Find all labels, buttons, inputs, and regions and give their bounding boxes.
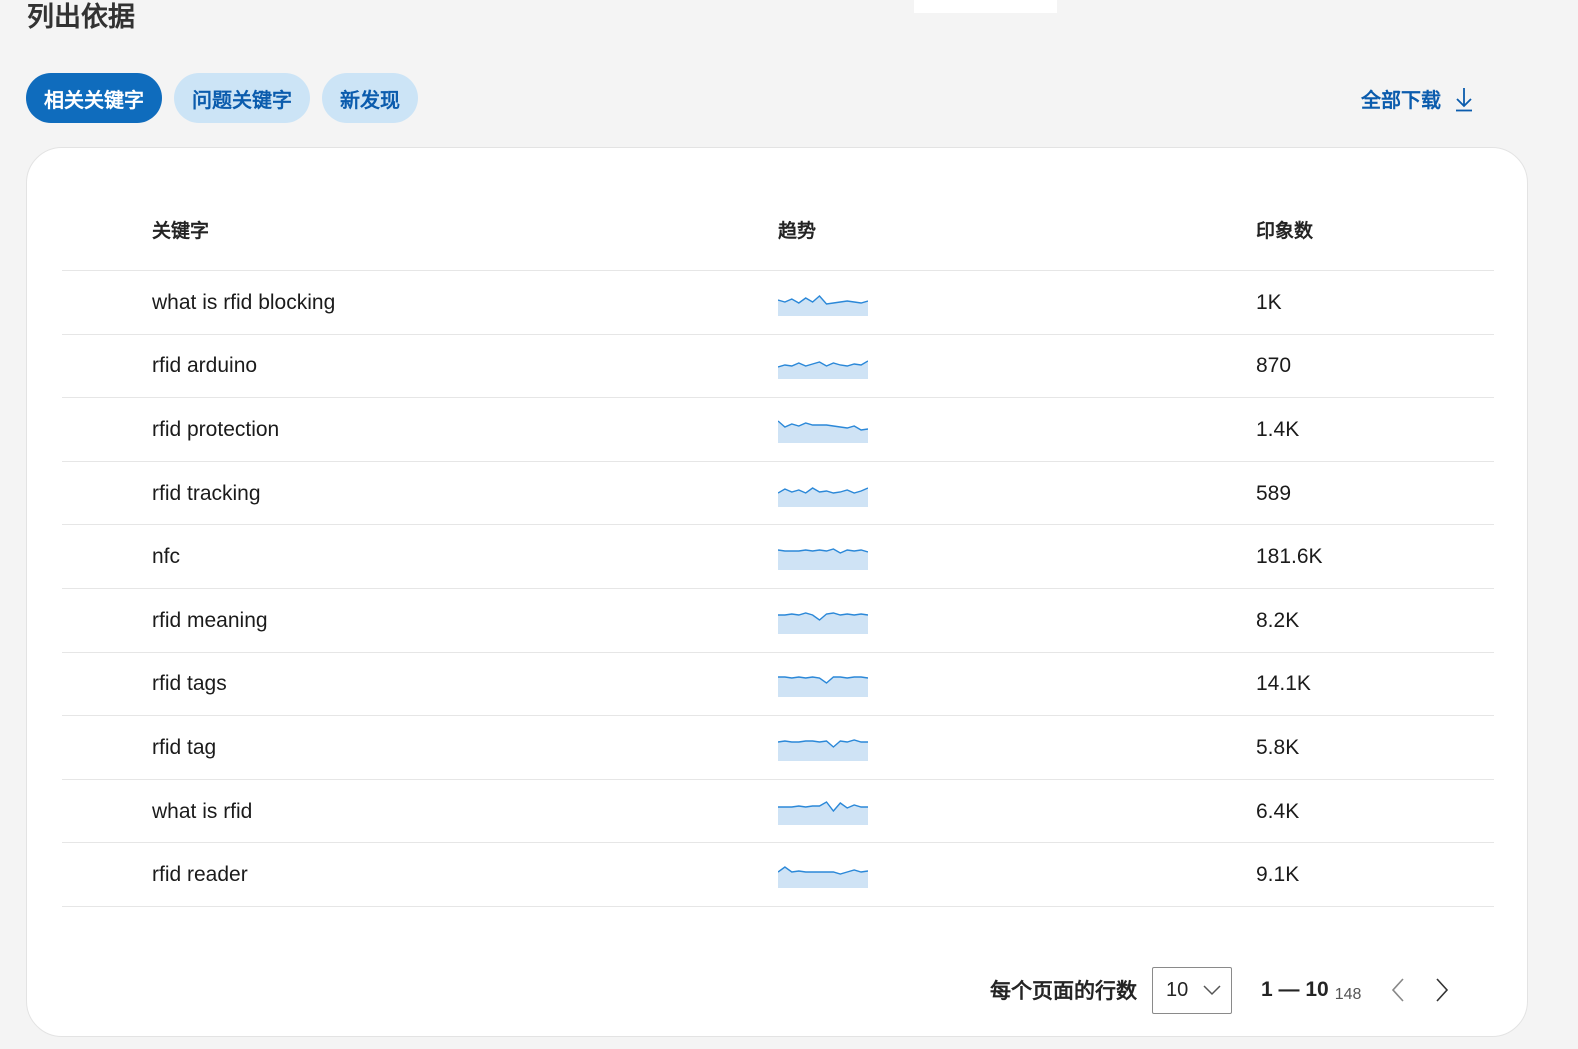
table-row[interactable]: nfc 181.6K [62, 525, 1494, 589]
trend-cell [778, 335, 868, 399]
keyword-cell: rfid tags [152, 672, 227, 696]
keyword-cell: what is rfid blocking [152, 290, 336, 314]
keyword-cell: rfid protection [152, 417, 280, 441]
keyword-cell: rfid meaning [152, 608, 268, 632]
rows-per-page-select[interactable]: 10 [1152, 966, 1232, 1014]
table-row[interactable]: rfid tracking 589 [62, 462, 1494, 526]
trend-sparkline [778, 294, 868, 316]
previous-page-button[interactable] [1391, 977, 1405, 1003]
trend-sparkline [778, 800, 868, 825]
rows-per-page-value: 10 [1166, 978, 1189, 1001]
chevron-left-icon [1392, 978, 1405, 1002]
table-row[interactable]: rfid tags 14.1K [62, 653, 1494, 717]
trend-cell [778, 843, 868, 907]
impressions-cell: 8.2K [1256, 608, 1300, 632]
page-title: 列出依据 [27, 2, 135, 32]
chevron-right-icon [1436, 978, 1449, 1002]
keyword-cell: rfid tracking [152, 481, 261, 505]
impressions-cell: 1K [1256, 290, 1282, 314]
table-row[interactable]: rfid reader 9.1K [62, 843, 1494, 907]
chevron-down-icon [1203, 979, 1221, 1002]
keyword-cell: rfid reader [152, 863, 248, 887]
download-arrow-icon [1455, 86, 1473, 112]
trend-sparkline [778, 420, 868, 443]
tab-new-discoveries[interactable]: 新发现 [322, 73, 418, 123]
trend-sparkline [778, 866, 868, 889]
trend-cell [778, 462, 868, 526]
header-keyword: 关键字 [152, 221, 210, 242]
trend-sparkline [778, 360, 868, 380]
trend-cell [778, 271, 868, 335]
page-range-text: 1 — 10 [1261, 978, 1329, 1001]
trend-sparkline [778, 676, 868, 698]
table-header: 关键字 趋势 印象数 [62, 208, 1494, 271]
top-tab-fragment [914, 0, 1057, 13]
page: 列出依据 相关关键字 问题关键字 新发现 全部下载 关键字 趋势 印象数 wha… [0, 0, 1578, 1049]
keyword-cell: rfid tag [152, 735, 217, 759]
table-row[interactable]: what is rfid blocking 1K [62, 271, 1494, 335]
trend-cell [778, 653, 868, 717]
sparkline-area [778, 739, 868, 761]
impressions-cell: 589 [1256, 481, 1292, 505]
trend-cell [778, 525, 868, 589]
sparkline-area [778, 549, 868, 571]
impressions-cell: 1.4K [1256, 417, 1300, 441]
impressions-cell: 14.1K [1256, 672, 1311, 696]
keyword-cell: rfid arduino [152, 354, 258, 378]
impressions-cell: 5.8K [1256, 735, 1300, 759]
trend-cell [778, 716, 868, 780]
trend-cell [778, 780, 868, 844]
tab-question-keywords[interactable]: 问题关键字 [174, 73, 310, 123]
impressions-cell: 9.1K [1256, 863, 1300, 887]
next-page-button[interactable] [1435, 977, 1449, 1003]
total-count: 148 [1334, 986, 1362, 1003]
download-all-label: 全部下载 [1361, 90, 1441, 112]
trend-sparkline [778, 612, 868, 634]
trend-sparkline [778, 739, 868, 761]
keyword-type-tabs: 相关关键字 问题关键字 新发现 [26, 73, 418, 123]
tab-related-keywords[interactable]: 相关关键字 [26, 73, 162, 123]
table-row[interactable]: rfid arduino 870 [62, 335, 1494, 399]
header-trend: 趋势 [778, 221, 817, 242]
header-impressions: 印象数 [1256, 221, 1314, 242]
trend-cell [778, 589, 868, 653]
table-row[interactable]: rfid meaning 8.2K [62, 589, 1494, 653]
keywords-card: 关键字 趋势 印象数 what is rfid blocking 1K rfid… [26, 147, 1528, 1037]
table-row[interactable]: what is rfid 6.4K [62, 780, 1494, 844]
impressions-cell: 181.6K [1256, 545, 1323, 569]
trend-sparkline [778, 486, 868, 507]
impressions-cell: 6.4K [1256, 799, 1300, 823]
impressions-cell: 870 [1256, 354, 1292, 378]
rows-per-page-label: 每个页面的行数 [990, 980, 1137, 1003]
trend-cell [778, 398, 868, 462]
table-body: what is rfid blocking 1K rfid arduino 87… [62, 271, 1494, 907]
table-row[interactable]: rfid protection 1.4K [62, 398, 1494, 462]
download-all-button[interactable]: 全部下载 [1361, 84, 1473, 113]
table-row[interactable]: rfid tag 5.8K [62, 716, 1494, 780]
keyword-cell: what is rfid [152, 799, 253, 823]
trend-sparkline [778, 548, 868, 571]
keyword-cell: nfc [152, 545, 181, 569]
pagination: 每个页面的行数 10 1 — 10 148 [990, 966, 1449, 1014]
page-range: 1 — 10 148 [1261, 978, 1362, 1003]
